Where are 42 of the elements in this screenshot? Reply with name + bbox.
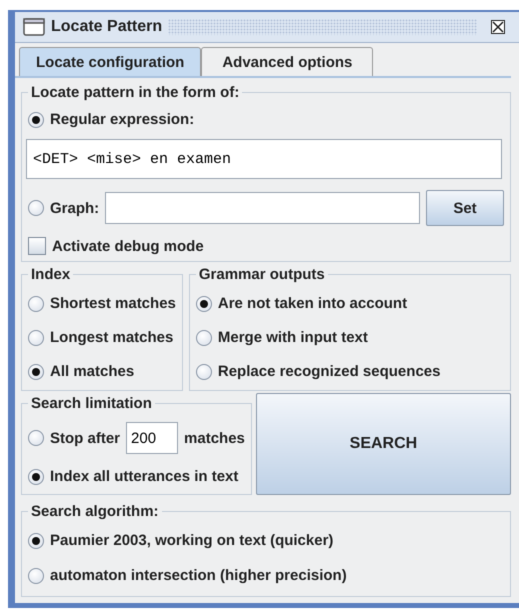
option-label: Merge with input text [218, 329, 368, 346]
option-label: Activate debug mode [52, 238, 204, 254]
graph-field[interactable] [105, 192, 420, 224]
option-label: Index all utterances in text [50, 468, 238, 485]
option-label: Are not taken into account [218, 295, 408, 312]
radio-button[interactable] [28, 468, 44, 484]
radio-button[interactable] [28, 296, 44, 312]
radio-button[interactable] [28, 532, 44, 548]
regex-field[interactable]: <DET> <mise> en examen [26, 139, 502, 179]
group-title: Grammar outputs [198, 266, 326, 283]
tab[interactable]: Advanced options [201, 47, 374, 76]
group-title: Index [30, 266, 72, 283]
radio-button[interactable] [196, 364, 212, 380]
radio-button[interactable] [28, 200, 44, 216]
set-button[interactable]: Set [426, 190, 504, 226]
option-label: All matches [50, 363, 134, 380]
option-label: Longest matches [50, 329, 174, 346]
tab[interactable]: Locate configuration [19, 47, 202, 76]
checkbox[interactable] [28, 237, 46, 255]
option-label: Graph: [50, 200, 100, 216]
count-field[interactable]: 200 [126, 422, 178, 454]
window-icon [23, 18, 45, 36]
option-label: matches [184, 430, 245, 446]
window-title: Locate Pattern [51, 18, 162, 36]
radio-button[interactable] [28, 112, 44, 128]
option-label: Regular expression: [50, 111, 194, 128]
radio-button[interactable] [28, 430, 44, 446]
group-title: Locate pattern in the form of: [30, 84, 240, 101]
option-label: Stop after [50, 430, 120, 446]
option-label: automaton intersection (higher precision) [50, 567, 347, 584]
search-button[interactable]: SEARCH [256, 393, 511, 495]
radio-button[interactable] [28, 330, 44, 346]
close-icon[interactable] [491, 20, 505, 34]
group-title: Search algorithm: [30, 503, 160, 520]
radio-button[interactable] [28, 364, 44, 380]
option-label: Replace recognized sequences [218, 363, 440, 380]
radio-button[interactable] [196, 296, 212, 312]
group-title: Search limitation [30, 395, 153, 412]
radio-button[interactable] [196, 330, 212, 346]
radio-button[interactable] [28, 568, 44, 584]
option-label: Shortest matches [50, 295, 176, 312]
option-label: Paumier 2003, working on text (quicker) [50, 532, 334, 549]
